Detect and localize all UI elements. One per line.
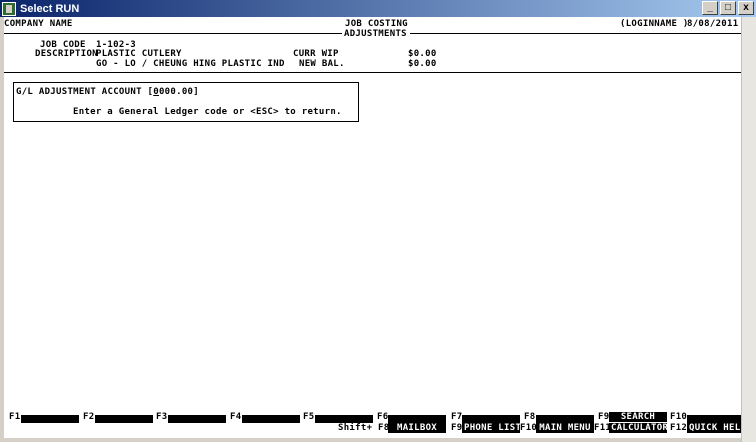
- curr-wip-label: CURR WIP: [293, 49, 339, 59]
- f7-key[interactable]: [462, 415, 520, 423]
- f6-key-number: F6: [377, 412, 389, 422]
- company-name: COMPANY NAME: [4, 19, 73, 29]
- phone-list-key[interactable]: PHONE LIST: [462, 423, 521, 433]
- quick-help-key[interactable]: QUICK HELP: [687, 423, 741, 433]
- current-date: 8/08/2011: [687, 19, 739, 29]
- function-key-bar: F1 F2 F3 F4 F5 F6 Shift+ F8 MAILBOX F7 F…: [4, 412, 741, 438]
- curr-wip-value: $0.00: [408, 49, 437, 59]
- window-controls: _ □ x: [702, 1, 754, 15]
- vertical-scrollbar[interactable]: [741, 17, 756, 442]
- login-name: (LOGINNAME ): [620, 19, 689, 29]
- minimize-button[interactable]: _: [702, 1, 718, 15]
- f10-key[interactable]: [687, 415, 741, 423]
- gl-account-value: 000.00: [158, 87, 194, 97]
- app-icon: [2, 1, 16, 16]
- f8-key[interactable]: [536, 415, 594, 423]
- gl-account-field[interactable]: G/L ADJUSTMENT ACCOUNT [0000.00]: [16, 87, 199, 97]
- search-key[interactable]: SEARCH: [609, 412, 667, 422]
- f10-key-number: F10: [670, 412, 688, 422]
- f7-key-number: F7: [451, 412, 463, 422]
- gl-account-label: G/L ADJUSTMENT ACCOUNT [: [16, 87, 154, 97]
- terminal-screen[interactable]: COMPANY NAME JOB COSTING (LOGINNAME ) 8/…: [4, 17, 741, 438]
- new-balance-value: $0.00: [408, 59, 437, 69]
- f9-key-number: F9: [598, 412, 610, 422]
- new-balance-label: NEW BAL.: [299, 59, 345, 69]
- module-title: JOB COSTING: [345, 19, 408, 29]
- f5-key-number: F5: [303, 412, 315, 422]
- f1-key[interactable]: [21, 415, 79, 423]
- info-divider: [4, 72, 741, 73]
- main-menu-key[interactable]: MAIN MENU: [536, 423, 594, 433]
- close-button[interactable]: x: [738, 1, 754, 15]
- gl-account-bracket: ]: [193, 87, 199, 97]
- f9-shift-number: F9: [451, 423, 463, 433]
- f6-key[interactable]: [388, 415, 446, 423]
- header-divider-left: [4, 33, 342, 34]
- header-divider-right: [410, 33, 741, 34]
- f1-key-number: F1: [9, 412, 21, 422]
- f4-key-number: F4: [230, 412, 242, 422]
- f8-key-number: F8: [524, 412, 536, 422]
- f10-shift-number: F10: [520, 423, 538, 433]
- f3-key-number: F3: [156, 412, 168, 422]
- f4-key[interactable]: [242, 415, 300, 423]
- f5-key[interactable]: [315, 415, 373, 423]
- screen-title: ADJUSTMENTS: [344, 29, 407, 39]
- f2-key-number: F2: [83, 412, 95, 422]
- description-line1: PLASTIC CUTLERY: [96, 49, 182, 59]
- description-label: DESCRIPTION: [35, 49, 98, 59]
- window-titlebar[interactable]: Select RUN _ □ x: [0, 0, 756, 17]
- shift-f8-label: Shift+ F8: [338, 423, 390, 433]
- f2-key[interactable]: [95, 415, 153, 423]
- f12-shift-number: F12: [670, 423, 688, 433]
- dialog-prompt: Enter a General Ledger code or <ESC> to …: [73, 107, 342, 117]
- description-line2: GO - LO / CHEUNG HING PLASTIC IND: [96, 59, 285, 69]
- calculator-key[interactable]: CALCULATOR: [609, 423, 668, 433]
- window-title: Select RUN: [20, 2, 80, 15]
- gl-account-dialog: G/L ADJUSTMENT ACCOUNT [0000.00] Enter a…: [13, 82, 359, 122]
- f3-key[interactable]: [168, 415, 226, 423]
- maximize-button[interactable]: □: [720, 1, 736, 15]
- mailbox-key[interactable]: MAILBOX: [388, 423, 446, 433]
